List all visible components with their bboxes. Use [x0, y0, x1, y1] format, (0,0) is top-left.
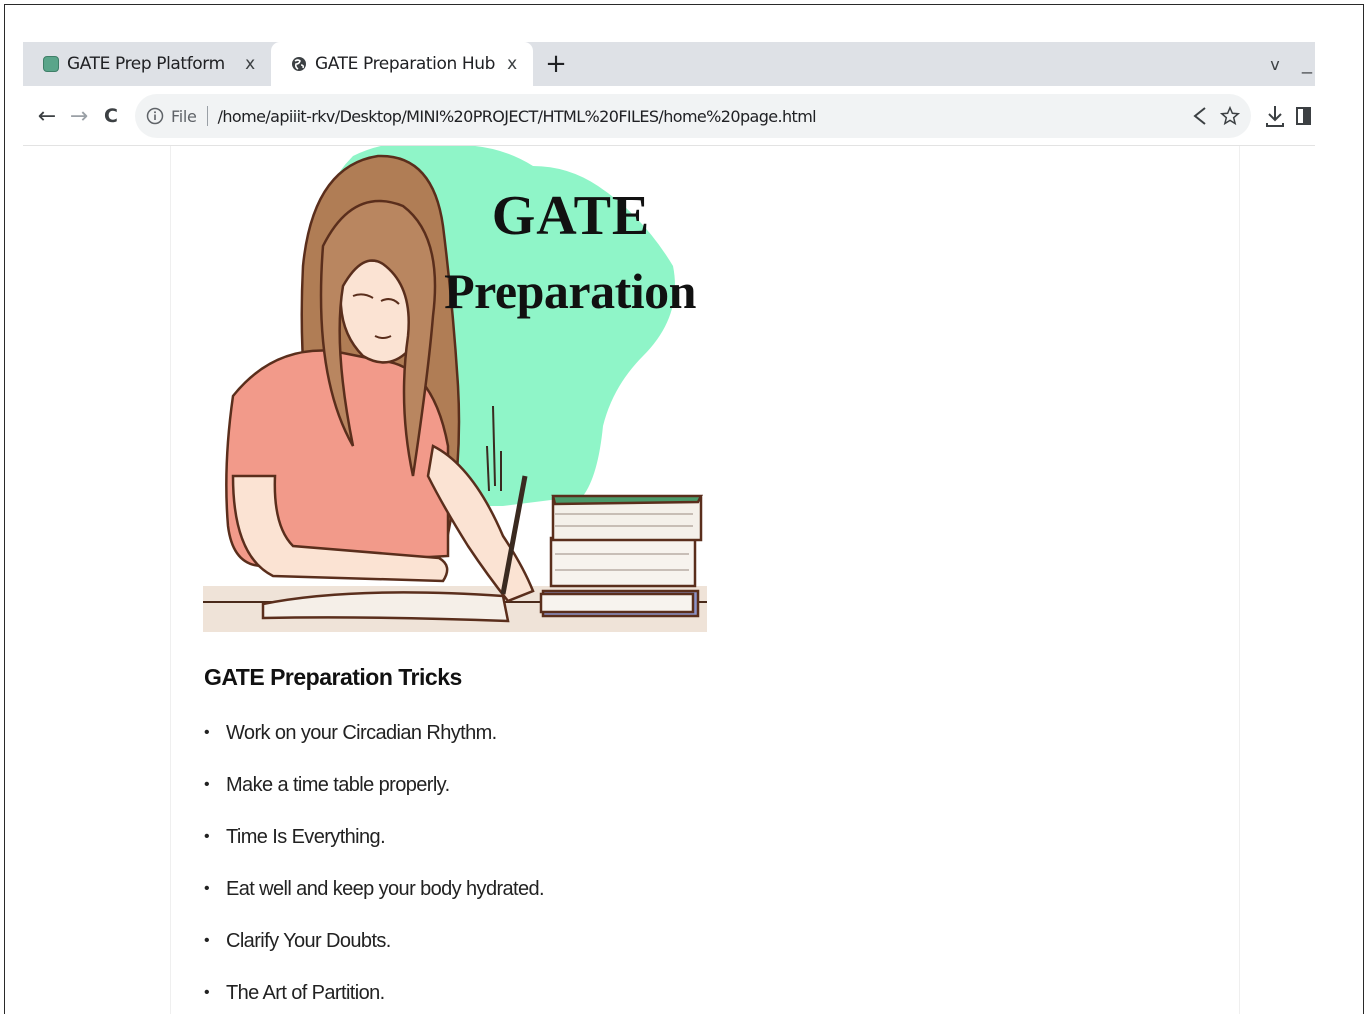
tab-gate-preparation-hub[interactable]: GATE Preparation Hub x	[271, 42, 533, 86]
site-favicon-icon	[43, 56, 59, 72]
list-item: • Work on your Circadian Rhythm.	[204, 720, 544, 772]
back-button[interactable]: ←	[33, 100, 61, 132]
info-icon[interactable]	[145, 106, 165, 126]
tab-strip: GATE Prep Platform x GATE Preparation Hu…	[23, 42, 1315, 86]
browser-toolbar: ← → C File /home/apiiit-rkv/Desktop/MINI…	[23, 86, 1315, 146]
bullet: •	[204, 932, 210, 949]
tab-gate-prep-platform[interactable]: GATE Prep Platform x	[23, 42, 271, 86]
page-content: GATE Preparation GATE Preparation Tricks…	[170, 142, 1240, 1014]
trick-text: Clarify Your Doubts.	[226, 930, 391, 952]
tab-title: GATE Preparation Hub	[315, 54, 495, 74]
forward-button[interactable]: →	[65, 100, 93, 132]
globe-icon	[292, 57, 306, 71]
download-icon[interactable]	[1263, 100, 1287, 132]
minimize-button[interactable]: _	[1299, 42, 1315, 86]
tricks-list: • Work on your Circadian Rhythm. • Make a …	[204, 720, 545, 1014]
trick-text: Eat well and keep your body hydrated.	[226, 878, 545, 900]
browser-window: GATE Prep Platform x GATE Preparation Hu…	[4, 4, 1364, 1014]
address-separator	[206, 106, 208, 126]
tricks-heading: GATE Preparation Tricks	[204, 664, 462, 690]
tab-title: GATE Prep Platform	[67, 54, 225, 74]
scheme-label: File	[171, 106, 197, 126]
bullet: •	[204, 776, 210, 793]
star-icon[interactable]	[1219, 105, 1241, 127]
hero-title-line1: GATE	[491, 185, 651, 247]
tab-search-chevron-icon[interactable]: v	[1263, 42, 1287, 86]
hero-title-line2: Preparation	[444, 263, 696, 319]
trick-text: Time Is Everything.	[226, 826, 386, 848]
reload-button[interactable]: C	[97, 100, 125, 132]
url-text[interactable]: /home/apiiit-rkv/Desktop/MINI%20PROJECT/…	[218, 107, 817, 126]
bullet: •	[204, 828, 210, 845]
list-item: • Eat well and keep your body hydrated.	[204, 876, 545, 928]
address-bar[interactable]: File /home/apiiit-rkv/Desktop/MINI%20PRO…	[135, 94, 1251, 138]
list-item: • Time Is Everything.	[204, 824, 544, 876]
bullet: •	[204, 880, 210, 897]
list-item: • The Art of Partition.	[204, 980, 544, 1014]
close-icon[interactable]: x	[503, 54, 521, 74]
list-item: • Make a time table properly.	[204, 772, 544, 824]
hero-illustration: GATE Preparation	[203, 142, 707, 632]
list-item: • Clarify Your Doubts.	[204, 928, 544, 980]
trick-text: Make a time table properly.	[226, 774, 450, 796]
close-icon[interactable]: x	[241, 54, 259, 74]
bullet: •	[204, 984, 210, 1001]
new-tab-button[interactable]: +	[541, 42, 571, 86]
trick-text: Work on your Circadian Rhythm.	[226, 722, 497, 744]
trick-text: The Art of Partition.	[226, 982, 385, 1004]
bullet: •	[204, 724, 210, 741]
side-panel-icon[interactable]	[1295, 100, 1313, 132]
share-icon[interactable]	[1191, 105, 1209, 127]
